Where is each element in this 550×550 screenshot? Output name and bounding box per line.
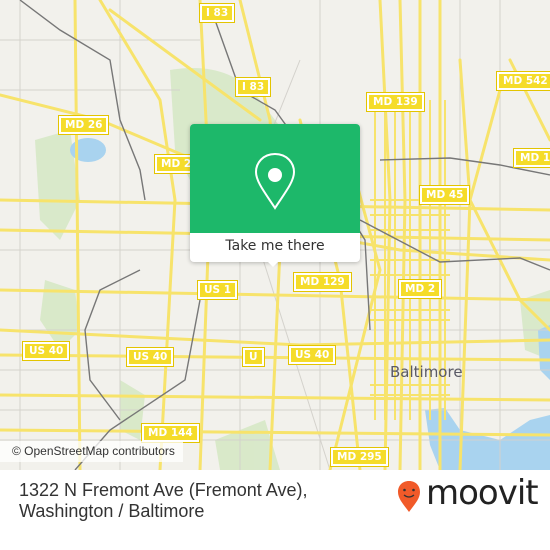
road-shield-label: MD 2 [405, 283, 436, 295]
road-shield-label: US 1 [204, 284, 232, 296]
take-me-there-button[interactable]: Take me there [190, 233, 360, 262]
road-shield-label: MD 144 [148, 427, 193, 439]
road-shield-md144: MD 144 [141, 423, 200, 443]
map-attribution[interactable]: © OpenStreetMap contributors [0, 441, 183, 462]
road-shield-i83: I 83 [234, 77, 272, 97]
road-shield-label: MD 26 [65, 119, 103, 131]
city-label-baltimore: Baltimore [390, 363, 463, 381]
address-text: 1322 N Fremont Ave (Fremont Ave), Washin… [19, 480, 308, 521]
map-canvas[interactable]: I 83 I 83 MD 26 MD 26 MD 139 MD 542 MD 1… [0, 0, 550, 470]
road-shield-label: MD 129 [300, 276, 345, 288]
road-shield-us40: U [242, 347, 265, 367]
road-shield-label: I 83 [242, 81, 265, 93]
road-shield-md129: MD 129 [293, 272, 352, 292]
road-shield-us1: US 1 [196, 280, 239, 300]
road-shield-md542: MD 542 [496, 71, 550, 91]
road-shield-us40: US 40 [21, 341, 71, 361]
road-shield-us40: US 40 [125, 347, 175, 367]
footer: 1322 N Fremont Ave (Fremont Ave), Washin… [0, 470, 550, 550]
moovit-logo-icon [398, 481, 420, 512]
road-shield-label: MD 14 [520, 152, 550, 164]
road-shield-label: US 40 [133, 351, 168, 363]
road-shield-label: MD 139 [373, 96, 418, 108]
inner-harbor [425, 408, 550, 470]
moovit-wordmark[interactable]: moovit [426, 475, 539, 511]
map-pin-icon [254, 152, 296, 210]
road-shield-md45: MD 45 [418, 185, 471, 205]
road-shield-label: US 40 [29, 345, 64, 357]
road-shield-label: U [249, 351, 258, 363]
popup-header [190, 124, 360, 233]
road-shield-md26: MD 26 [57, 115, 110, 135]
road-shield-md2: MD 2 [397, 279, 443, 299]
road-shield-i83: I 83 [198, 3, 236, 23]
road-shield-label: MD 542 [503, 75, 548, 87]
location-popup: Take me there [190, 124, 360, 267]
road-shield-label: I 83 [206, 7, 229, 19]
road-shield-label: MD 45 [426, 189, 464, 201]
road-shield-label: US 40 [295, 349, 330, 361]
popup-pointer [266, 260, 280, 267]
road-shield-label: MD 295 [337, 451, 382, 463]
road-shield-us40: US 40 [287, 345, 337, 365]
road-shield-md139: MD 139 [366, 92, 425, 112]
road-shield-md295: MD 295 [330, 447, 389, 467]
harbor-east [538, 325, 550, 380]
road-shield-md147: MD 14 [512, 148, 550, 168]
